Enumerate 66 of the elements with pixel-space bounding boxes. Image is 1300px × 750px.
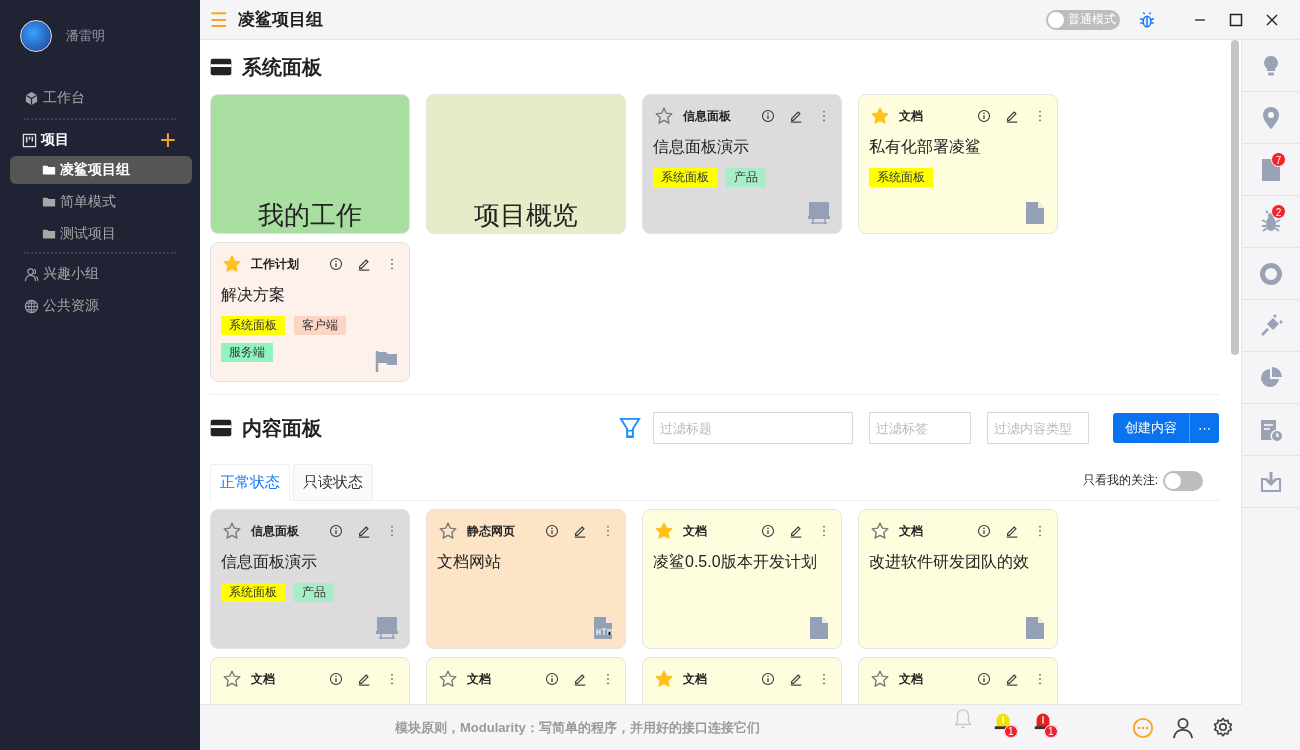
card-title: 我的工作 [258, 199, 362, 232]
filter-field[interactable]: 过滤标题 [653, 412, 853, 444]
tag: 客户端 [294, 316, 346, 335]
project-item[interactable]: 凌鲨项目组 [10, 156, 192, 184]
card-title: 信息面板演示 [221, 552, 318, 572]
content-card[interactable]: 文档 [210, 657, 410, 704]
section-title: 内容面板 [242, 415, 322, 441]
card-type: 静态网页 [467, 522, 516, 540]
tag: 系统面板 [653, 168, 717, 187]
panel-card[interactable]: 项目概览 [426, 94, 626, 234]
nav-item[interactable]: 公共资源 [0, 290, 200, 322]
panel-card[interactable]: 我的工作 [210, 94, 410, 234]
content-card[interactable]: 文档 私有化部署凌鲨 系统面板 [858, 94, 1058, 234]
count-badge: 1 [1004, 724, 1018, 738]
tag: 服务端 [221, 343, 273, 362]
toggle-label: 只看我的关注: [1082, 472, 1158, 489]
card-title: 私有化部署凌鲨 [869, 137, 982, 157]
card-type: 文档 [467, 670, 492, 688]
content-card[interactable]: 信息面板 信息面板演示 系统面板 产品 [642, 94, 842, 234]
section-title: 系统面板 [242, 54, 322, 80]
filter-field[interactable]: 过滤标签 [869, 412, 971, 444]
card-title: 改进软件研发团队的效 [869, 552, 1030, 572]
card-type: 工作计划 [251, 255, 300, 273]
quote-text: 模块原则，Modularity：写简单的程序，并用好的接口连接它们 [395, 718, 760, 737]
card-title: 解决方案 [221, 285, 286, 305]
card-type: 文档 [899, 522, 924, 540]
user-name: 潘雷明 [66, 27, 105, 45]
card-type: 文档 [683, 670, 708, 688]
card-title: 文档网站 [437, 552, 502, 572]
card-title: 信息面板演示 [653, 137, 750, 157]
content-card[interactable]: 文档 凌鲨0.5.0版本开发计划 [642, 509, 842, 649]
count-badge: 2 [1271, 204, 1286, 219]
nav-item[interactable]: 兴趣小组 [0, 258, 200, 290]
card-type: 文档 [899, 107, 924, 125]
content-card[interactable]: 工作计划 解决方案 系统面板 客户端 服务端 [210, 242, 410, 382]
filter-field[interactable]: 过滤内容类型 [987, 412, 1089, 444]
tag: 产品 [294, 583, 334, 602]
card-title: 凌鲨0.5.0版本开发计划 [653, 552, 818, 572]
card-type: 文档 [683, 522, 708, 540]
tag: 系统面板 [869, 168, 933, 187]
create-button[interactable]: 创建内容 [1113, 413, 1189, 443]
tab[interactable]: 正常状态 [210, 464, 290, 501]
add-icon[interactable]: + [159, 126, 176, 154]
content-card[interactable]: 文档 [858, 657, 1058, 704]
tag: 产品 [726, 168, 766, 187]
window-title: 凌鲨项目组 [237, 9, 323, 31]
content-card[interactable]: 文档 改进软件研发团队的效 [858, 509, 1058, 649]
tag: 系统面板 [221, 583, 285, 602]
tab[interactable]: 只读状态 [293, 464, 373, 500]
content-card[interactable]: 文档 [426, 657, 626, 704]
card-type: 文档 [251, 670, 276, 688]
count-badge: 7 [1271, 152, 1286, 167]
nav-item[interactable]: 工作台 [0, 82, 200, 114]
card-type: 信息面板 [251, 522, 300, 540]
nav-item[interactable]: 项目 + [0, 124, 200, 156]
count-badge: 1 [1044, 724, 1058, 738]
card-title: 项目概览 [474, 199, 578, 232]
tag: 系统面板 [221, 316, 285, 335]
card-type: 信息面板 [683, 107, 732, 125]
content-card[interactable]: 信息面板 信息面板演示 系统面板 产品 [210, 509, 410, 649]
project-item[interactable]: 测试项目 [10, 220, 192, 248]
project-item[interactable]: 简单模式 [10, 188, 192, 216]
more-button[interactable]: ⋯ [1189, 413, 1219, 443]
content-card[interactable]: 文档 [642, 657, 842, 704]
content-card[interactable]: 静态网页 文档网站 [426, 509, 626, 649]
card-type: 文档 [899, 670, 924, 688]
